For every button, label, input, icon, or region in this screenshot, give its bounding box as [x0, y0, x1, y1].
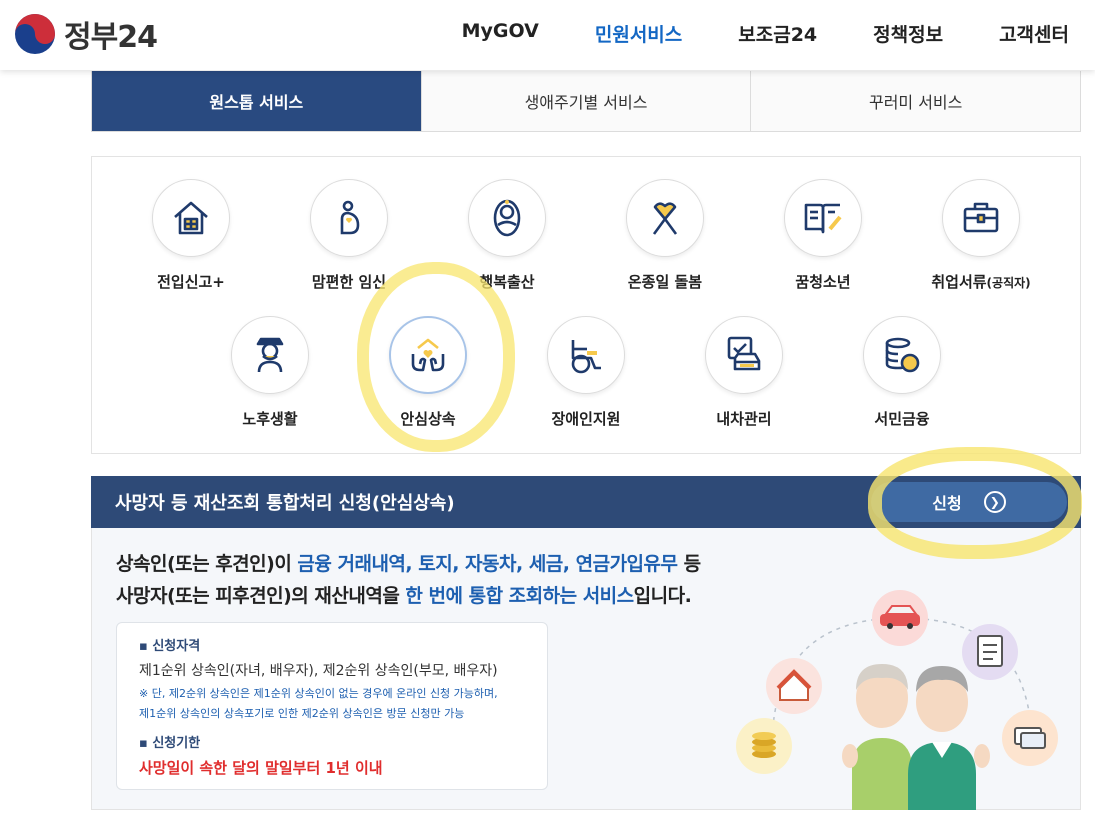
grandparents-figure	[842, 664, 990, 810]
service-label: 노후생활	[242, 410, 298, 428]
service-tabs: 원스톱 서비스 생애주기별 서비스 꾸러미 서비스	[91, 71, 1081, 132]
eligibility-note-1: ※ 단, 제2순위 상속인은 제1순위 상속인이 없는 경우에 온라인 신청 가…	[139, 687, 498, 700]
service-label-small: (공직자)	[986, 276, 1031, 290]
service-label: 꿈청소년	[795, 273, 851, 291]
service-label: 온종일 돌봄	[627, 273, 703, 291]
elderly-icon	[256, 337, 284, 373]
deadline-heading: 신청기한	[139, 732, 525, 751]
description-text: 사망자(또는 피후견인)의 재산내역을	[116, 585, 406, 607]
wheelchair-icon	[571, 340, 601, 374]
baby-icon	[493, 199, 521, 237]
service-icon-circle	[626, 179, 704, 257]
coins-icon	[885, 337, 920, 373]
service-my-car[interactable]: 내차관리	[679, 316, 809, 429]
hands-house-heart-icon	[411, 338, 445, 372]
service-icon-circle	[705, 316, 783, 394]
service-icon-circle	[310, 179, 388, 257]
tab-lifecycle[interactable]: 생애주기별 서비스	[421, 71, 752, 131]
description-highlight: 한 번에 통합 조회하는 서비스	[405, 585, 634, 607]
service-microfinance[interactable]: 서민금융	[837, 316, 967, 429]
nav-civil-services[interactable]: 민원서비스	[595, 20, 682, 47]
nav-customer-center[interactable]: 고객센터	[999, 20, 1069, 47]
apply-button[interactable]: 신청 ❯	[871, 482, 1067, 522]
service-label: 서민금융	[874, 410, 930, 428]
briefcase-icon	[963, 202, 999, 233]
document-bubble-icon	[962, 624, 1018, 680]
card-bubble-icon	[1002, 710, 1058, 766]
service-youth[interactable]: 꿈청소년	[758, 179, 888, 292]
service-label: 안심상속	[400, 410, 456, 428]
service-label: 장애인지원	[551, 410, 621, 428]
main-nav: MyGOV 민원서비스 보조금24 정책정보 고객센터	[462, 20, 1069, 47]
service-allday-care[interactable]: 온종일 돌봄	[600, 179, 730, 292]
nav-policy-info[interactable]: 정책정보	[873, 20, 943, 47]
deadline-text: 사망일이 속한 달의 말일부터 1년 이내	[139, 759, 383, 777]
service-grid: 전입신고+ 맘편한 임신 행복출산 온종일 돌봄 꿈청소년 취업서류(공직자) …	[91, 156, 1081, 454]
tab-bundle[interactable]: 꾸러미 서비스	[751, 71, 1081, 131]
service-detail-panel: 상속인(또는 후견인)이 금융 거래내역, 토지, 자동차, 세금, 연금가입유…	[91, 528, 1081, 810]
car-check-icon	[727, 336, 761, 371]
house-icon	[174, 201, 208, 235]
apply-button-label: 신청	[932, 494, 962, 513]
site-header: 정부24 MyGOV 민원서비스 보조금24 정책정보 고객센터	[0, 0, 1095, 70]
service-label: 내차관리	[716, 410, 772, 428]
eligibility-text: 제1순위 상속인(자녀, 배우자), 제2순위 상속인(부모, 배우자)	[139, 663, 498, 679]
chevron-right-icon: ❯	[983, 491, 1006, 513]
description-text: 등	[677, 553, 702, 575]
car-bubble-icon	[872, 590, 928, 646]
description-text: 입니다.	[633, 585, 692, 607]
description-highlight: 금융 거래내역, 토지, 자동차, 세금, 연금가입유무	[297, 553, 678, 575]
service-title: 사망자 등 재산조회 통합처리 신청(안심상속)	[115, 493, 455, 514]
service-icon-circle	[863, 316, 941, 394]
tab-onestop[interactable]: 원스톱 서비스	[92, 71, 422, 131]
service-icon-circle	[152, 179, 230, 257]
description-line-1: 상속인(또는 후견인)이 금융 거래내역, 토지, 자동차, 세금, 연금가입유…	[116, 548, 701, 580]
service-label: 맘편한 임신	[311, 273, 387, 291]
service-retirement[interactable]: 노후생활	[205, 316, 335, 429]
service-label: 행복출산	[479, 273, 535, 291]
service-icon-circle	[547, 316, 625, 394]
logo-text: 정부24	[64, 20, 158, 55]
service-move-in[interactable]: 전입신고+	[126, 179, 256, 292]
inheritance-illustration	[736, 590, 1058, 810]
eligibility-card: 신청자격 제1순위 상속인(자녀, 배우자), 제2순위 상속인(부모, 배우자…	[116, 622, 548, 790]
service-label: 전입신고+	[157, 273, 225, 291]
nav-mygov[interactable]: MyGOV	[462, 20, 539, 47]
service-label-main: 취업서류	[931, 273, 987, 291]
service-icon-circle	[942, 179, 1020, 257]
description-line-2: 사망자(또는 피후견인)의 재산내역을 한 번에 통합 조회하는 서비스입니다.	[116, 580, 701, 612]
house-bubble-icon	[766, 658, 822, 714]
eligibility-heading: 신청자격	[139, 635, 525, 654]
service-employment-docs[interactable]: 취업서류(공직자)	[916, 179, 1046, 292]
service-icon-circle	[389, 316, 467, 394]
service-label: 취업서류(공직자)	[916, 271, 1046, 292]
ribbon-heart-icon	[652, 202, 678, 235]
pregnancy-icon	[340, 200, 360, 235]
nav-subsidy24[interactable]: 보조금24	[738, 20, 817, 47]
description-text: 상속인(또는 후견인)이	[116, 553, 298, 575]
service-safe-inheritance[interactable]: 안심상속	[363, 316, 493, 429]
service-childbirth[interactable]: 행복출산	[442, 179, 572, 292]
open-book-icon	[804, 203, 842, 234]
site-logo[interactable]: 정부24	[14, 12, 158, 56]
service-title-bar: 사망자 등 재산조회 통합처리 신청(안심상속) 신청 ❯	[91, 476, 1081, 528]
service-icon-circle	[231, 316, 309, 394]
service-disability-support[interactable]: 장애인지원	[521, 316, 651, 429]
service-pregnancy[interactable]: 맘편한 임신	[284, 179, 414, 292]
eligibility-note-2: 제1순위 상속인의 상속포기로 인한 제2순위 상속인은 방문 신청만 가능	[139, 707, 465, 720]
coins-bubble-icon	[736, 718, 792, 774]
service-icon-circle	[468, 179, 546, 257]
service-description: 상속인(또는 후견인)이 금융 거래내역, 토지, 자동차, 세금, 연금가입유…	[116, 548, 701, 612]
service-icon-circle	[784, 179, 862, 257]
taegeuk-logo-icon	[15, 14, 55, 54]
